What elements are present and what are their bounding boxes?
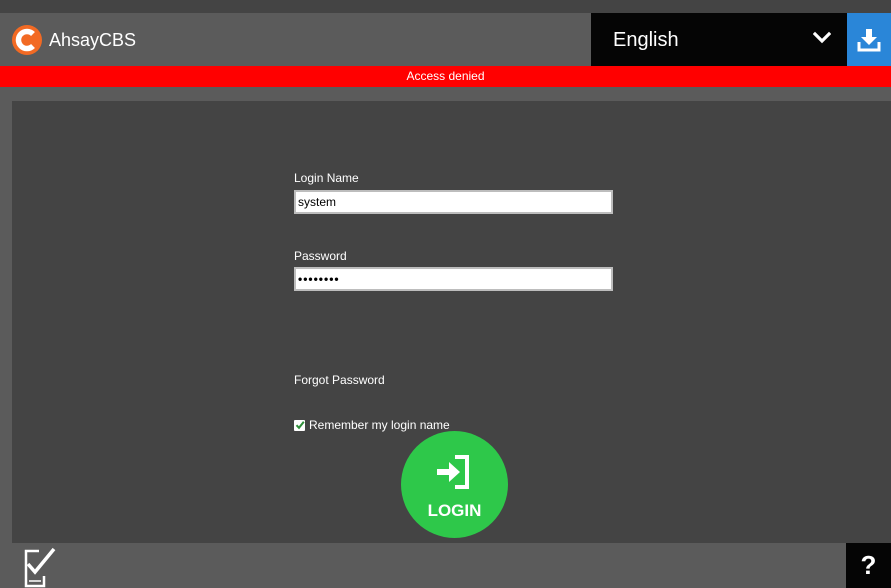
password-label: Password	[294, 249, 347, 263]
login-panel: Login Name Password Forgot Password Reme…	[12, 101, 891, 543]
remember-checkbox[interactable]	[294, 419, 305, 431]
download-button[interactable]	[847, 13, 891, 66]
checkmark-icon	[295, 421, 305, 430]
top-bar: AhsayCBS English	[0, 13, 891, 66]
remember-label: Remember my login name	[309, 418, 450, 432]
chevron-down-icon	[813, 31, 831, 44]
help-button[interactable]: ?	[846, 543, 891, 588]
device-checklist-icon	[24, 547, 56, 588]
banner-spacer	[0, 87, 891, 101]
sign-in-icon	[437, 455, 469, 489]
language-select[interactable]: English	[591, 13, 847, 66]
login-button-label: LOGIN	[427, 501, 482, 520]
left-border	[0, 101, 12, 543]
download-icon	[857, 28, 881, 51]
device-checklist-button[interactable]	[20, 546, 58, 588]
login-name-label: Login Name	[294, 171, 359, 185]
remember-login-option: Remember my login name	[294, 418, 450, 432]
brand: AhsayCBS	[12, 23, 136, 57]
login-button[interactable]: LOGIN	[401, 431, 508, 538]
error-banner: Access denied	[0, 66, 891, 87]
forgot-password-link[interactable]: Forgot Password	[294, 373, 385, 387]
app-title: AhsayCBS	[49, 30, 137, 50]
language-label: English	[613, 29, 679, 51]
ahsay-logo-icon	[12, 25, 42, 55]
bottom-bar: ?	[0, 543, 891, 588]
login-page: AhsayCBS English Access denied Login Nam…	[0, 0, 891, 588]
password-input[interactable]	[294, 267, 613, 291]
login-name-input[interactable]	[294, 190, 613, 214]
